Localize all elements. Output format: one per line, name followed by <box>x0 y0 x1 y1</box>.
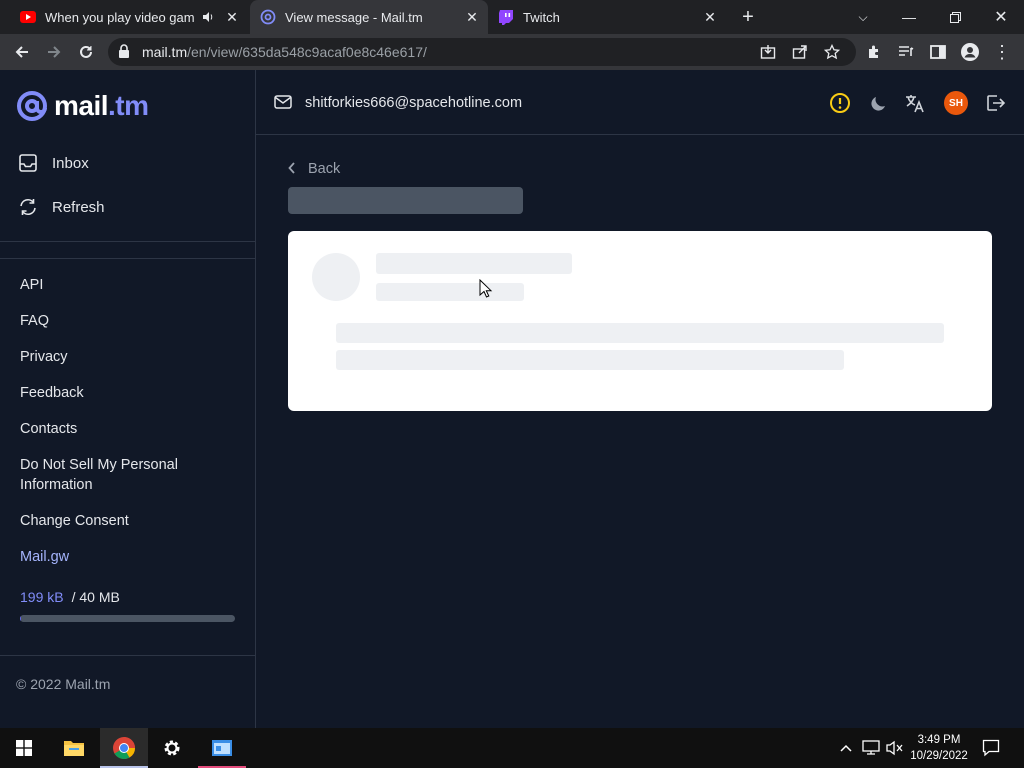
network-icon[interactable] <box>862 740 880 759</box>
new-tab-button[interactable]: + <box>725 0 771 34</box>
clock-date: 10/29/2022 <box>910 750 968 762</box>
sidebar-item-refresh[interactable]: Refresh <box>18 197 105 217</box>
twitch-icon <box>498 9 514 25</box>
link-feedback[interactable]: Feedback <box>20 383 240 403</box>
tab-twitch[interactable]: Twitch ✕ <box>490 0 726 34</box>
notification-icon[interactable] <box>982 739 1000 760</box>
install-icon[interactable] <box>758 42 778 62</box>
tab-title: View message - Mail.tm <box>285 9 423 25</box>
refresh-icon <box>20 198 36 216</box>
browser-toolbar: mail.tm/en/view/635da548c9acaf0e8c46e617… <box>0 34 1024 70</box>
link-mailgw[interactable]: Mail.gw <box>20 547 240 567</box>
sidebar-item-label: Refresh <box>52 198 105 216</box>
close-tab-icon[interactable]: ✕ <box>464 9 480 26</box>
minimize-button[interactable]: — <box>886 0 932 34</box>
chrome-taskbar-icon[interactable] <box>100 728 148 768</box>
close-tab-icon[interactable]: ✕ <box>224 9 240 26</box>
sender-email-skeleton <box>376 283 524 301</box>
back-arrow-icon[interactable] <box>8 34 36 70</box>
mailtm-logo[interactable]: mail .tm <box>16 90 149 122</box>
storage-progress-fill <box>20 615 22 622</box>
moon-icon[interactable] <box>867 91 891 115</box>
side-panel-icon[interactable] <box>924 34 952 70</box>
link-faq[interactable]: FAQ <box>20 311 240 331</box>
share-icon[interactable] <box>790 42 810 62</box>
logo-tld: .tm <box>108 90 149 121</box>
link-change-consent[interactable]: Change Consent <box>20 511 240 531</box>
profile-icon[interactable] <box>956 34 984 70</box>
app-taskbar-icon[interactable] <box>198 728 246 768</box>
sidebar-item-label: Inbox <box>52 154 89 172</box>
email-address[interactable]: shitforkies666@spacehotline.com <box>305 95 522 111</box>
mailtm-icon <box>260 9 276 25</box>
back-label: Back <box>308 161 341 177</box>
browser-tab-strip: When you play video games ✕ View message… <box>0 0 1024 34</box>
tab-search-icon[interactable]: ⌵ <box>840 0 886 34</box>
chevron-left-icon <box>288 161 296 177</box>
volume-muted-icon[interactable] <box>886 740 904 759</box>
link-contacts[interactable]: Contacts <box>20 419 240 439</box>
tab-youtube[interactable]: When you play video games ✕ <box>12 0 248 34</box>
windows-start-icon[interactable] <box>0 728 48 768</box>
youtube-icon <box>20 9 36 25</box>
sender-name-skeleton <box>376 253 572 274</box>
divider <box>0 258 255 259</box>
logo-name: mail <box>54 90 109 121</box>
avatar[interactable]: SH <box>944 91 968 115</box>
mouse-cursor-icon <box>479 279 493 298</box>
tab-title: Twitch <box>523 9 560 25</box>
address-bar[interactable]: mail.tm/en/view/635da548c9acaf0e8c46e617… <box>108 38 856 66</box>
tray-chevron-up-icon[interactable] <box>840 740 852 755</box>
storage-quota: 199 kB/ 40 MB <box>20 589 120 605</box>
file-explorer-icon[interactable] <box>50 728 98 768</box>
link-privacy[interactable]: Privacy <box>20 347 240 367</box>
inbox-icon <box>19 154 37 172</box>
message-card <box>288 231 992 411</box>
close-tab-icon[interactable]: ✕ <box>702 9 718 26</box>
close-window-button[interactable]: ✕ <box>978 0 1024 34</box>
translate-icon[interactable] <box>903 91 927 115</box>
storage-progress-bar <box>20 615 235 622</box>
menu-kebab-icon[interactable]: ⋮ <box>988 34 1016 70</box>
sidebar: mail .tm Inbox Refresh API FAQ Privacy Fe… <box>0 70 256 728</box>
divider <box>0 241 255 242</box>
restore-button[interactable] <box>932 0 978 34</box>
subject-skeleton <box>288 187 523 214</box>
reload-icon[interactable] <box>72 34 100 70</box>
system-clock[interactable]: 3:49 PM 10/29/2022 <box>908 732 970 764</box>
main-header: shitforkies666@spacehotline.com SH <box>256 70 1024 135</box>
lock-icon[interactable] <box>118 44 134 60</box>
mail-icon <box>274 95 292 109</box>
link-do-not-sell[interactable]: Do Not Sell My Personal Information <box>20 455 200 495</box>
body-line-skeleton <box>336 350 844 370</box>
divider <box>0 655 255 656</box>
extensions-icon[interactable] <box>860 34 888 70</box>
at-logo-icon <box>17 91 47 121</box>
tab-mailtm[interactable]: View message - Mail.tm ✕ <box>250 0 488 34</box>
sender-avatar-skeleton <box>312 253 360 301</box>
bookmark-star-icon[interactable] <box>822 42 842 62</box>
back-link[interactable]: Back <box>288 161 340 177</box>
link-api[interactable]: API <box>20 275 240 295</box>
media-control-icon[interactable] <box>892 34 920 70</box>
copyright: © 2022 Mail.tm <box>16 676 111 692</box>
clock-time: 3:49 PM <box>917 734 961 746</box>
tab-title: When you play video games <box>45 9 194 25</box>
speaker-icon[interactable] <box>200 9 216 25</box>
settings-gear-icon[interactable] <box>148 728 196 768</box>
taskbar: 3:49 PM 10/29/2022 <box>0 728 1024 768</box>
forward-arrow-icon[interactable] <box>40 34 68 70</box>
logout-icon[interactable] <box>983 91 1007 115</box>
alert-icon[interactable] <box>828 91 852 115</box>
url-text: mail.tm/en/view/635da548c9acaf0e8c46e617… <box>142 44 427 60</box>
body-line-skeleton <box>336 323 944 343</box>
sidebar-item-inbox[interactable]: Inbox <box>18 153 89 173</box>
